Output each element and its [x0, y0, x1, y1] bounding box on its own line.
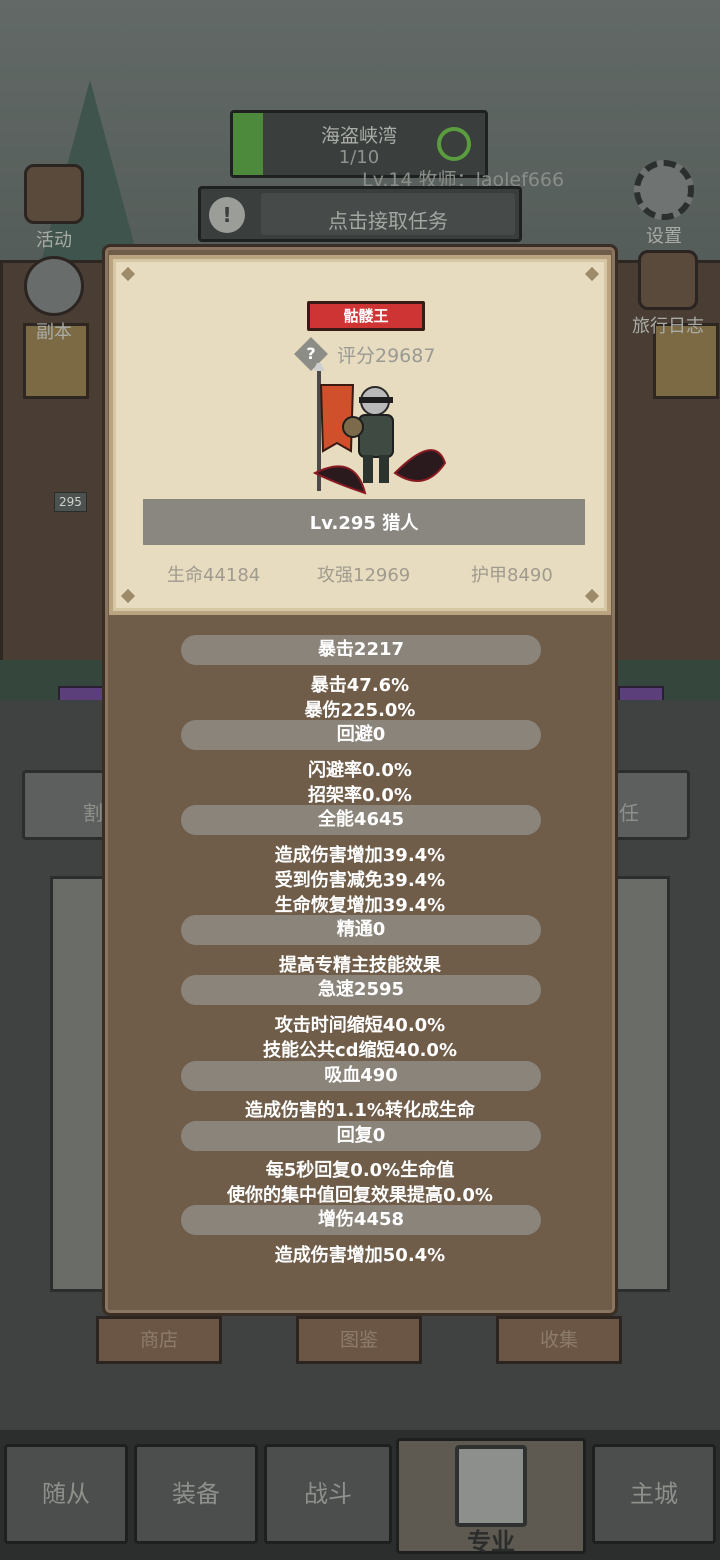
- stat-line: 造成伤害增加50.4%: [274, 1245, 446, 1266]
- stat-line: 技能公共cd缩短40.0%: [262, 1040, 457, 1061]
- stat-line: 攻击时间缩短40.0%: [274, 1015, 446, 1036]
- alert-icon: !: [209, 197, 245, 233]
- stat-line: 暴击47.6%: [310, 675, 410, 696]
- shop-button[interactable]: 商店: [96, 1316, 222, 1364]
- travel-log-button[interactable]: 旅行日志: [620, 250, 716, 338]
- stat-line: 造成伤害的1.1%转化成生命: [245, 1100, 475, 1121]
- codex-button[interactable]: 图鉴: [296, 1316, 422, 1364]
- stat-line: 受到伤害减免39.4%: [274, 870, 446, 891]
- small-level-tag: 295: [54, 492, 87, 512]
- level-class-strip: Lv.295 猎人: [143, 499, 585, 545]
- tab-left[interactable]: 割: [22, 770, 112, 840]
- nav-battle[interactable]: 战斗: [264, 1444, 392, 1544]
- rivet: [120, 588, 136, 604]
- stat-line: 暴伤225.0%: [304, 700, 416, 721]
- hp-stat: 生命44184: [167, 565, 261, 586]
- accept-task-panel: 点击接取任务: [261, 193, 515, 235]
- character-stats-modal: 骷髅王 ? 评分29687 Lv.295 猎人 生命44184 攻强12969 …: [102, 244, 618, 1316]
- events-button[interactable]: 活动: [14, 164, 94, 252]
- scroll-icon: [455, 1445, 527, 1527]
- rivet: [120, 266, 136, 282]
- dungeon-button[interactable]: 副本: [14, 256, 94, 344]
- rivet: [584, 266, 600, 282]
- nav-profession-label: 专业: [467, 1528, 515, 1556]
- stat-line: 使你的集中值回复效果提高0.0%: [227, 1185, 493, 1206]
- nav-followers[interactable]: 随从: [4, 1444, 128, 1544]
- stat-header-regen: 回复0: [181, 1121, 541, 1151]
- dungeon-label: 副本: [36, 322, 72, 343]
- gear-icon: [634, 160, 694, 220]
- stat-header-damage-bonus: 增伤4458: [181, 1205, 541, 1235]
- armor-stat: 护甲8490: [471, 565, 553, 586]
- stat-header-crit: 暴击2217: [181, 635, 541, 665]
- character-name-badge: 骷髅王: [307, 301, 425, 331]
- accept-task-label: 点击接取任务: [328, 209, 448, 233]
- stat-line: 生命恢复增加39.4%: [274, 895, 446, 916]
- stat-line: 提高专精主技能效果: [279, 955, 441, 976]
- character-card: 骷髅王 ? 评分29687 Lv.295 猎人 生命44184 攻强12969 …: [109, 255, 611, 615]
- attack-stat: 攻强12969: [317, 565, 411, 586]
- stat-line: 招架率0.0%: [308, 785, 412, 806]
- stat-line: 造成伤害增加39.4%: [274, 845, 446, 866]
- nav-equipment[interactable]: 装备: [134, 1444, 258, 1544]
- portal-icon: [24, 256, 84, 316]
- bottom-navigation: 随从 装备 战斗 专业 主城: [0, 1430, 720, 1560]
- settings-button[interactable]: 设置: [624, 160, 704, 248]
- tab-left-label: 割: [83, 801, 103, 825]
- stat-header-versatility: 全能4645: [181, 805, 541, 835]
- level-class-text: Lv.295 猎人: [309, 513, 419, 534]
- accept-task-button[interactable]: ! 点击接取任务: [198, 186, 522, 242]
- stat-line: 每5秒回复0.0%生命值: [265, 1160, 455, 1181]
- stat-header-haste: 急速2595: [181, 975, 541, 1005]
- character-sprite: [312, 363, 447, 495]
- stat-line: 闪避率0.0%: [308, 760, 412, 781]
- settings-label: 设置: [646, 226, 682, 247]
- event-board-icon: [24, 164, 84, 224]
- nav-main-city[interactable]: 主城: [592, 1444, 716, 1544]
- nav-profession[interactable]: 专业: [396, 1438, 586, 1556]
- tab-right-label: 任: [619, 801, 639, 825]
- stat-header-evade: 回避0: [181, 720, 541, 750]
- stat-header-mastery: 精通0: [181, 915, 541, 945]
- stat-header-leech: 吸血490: [181, 1061, 541, 1091]
- refresh-icon[interactable]: [437, 127, 471, 161]
- travel-log-label: 旅行日志: [632, 316, 704, 337]
- rivet: [584, 588, 600, 604]
- book-icon: [638, 250, 698, 310]
- collect-button[interactable]: 收集: [496, 1316, 622, 1364]
- events-label: 活动: [36, 230, 72, 251]
